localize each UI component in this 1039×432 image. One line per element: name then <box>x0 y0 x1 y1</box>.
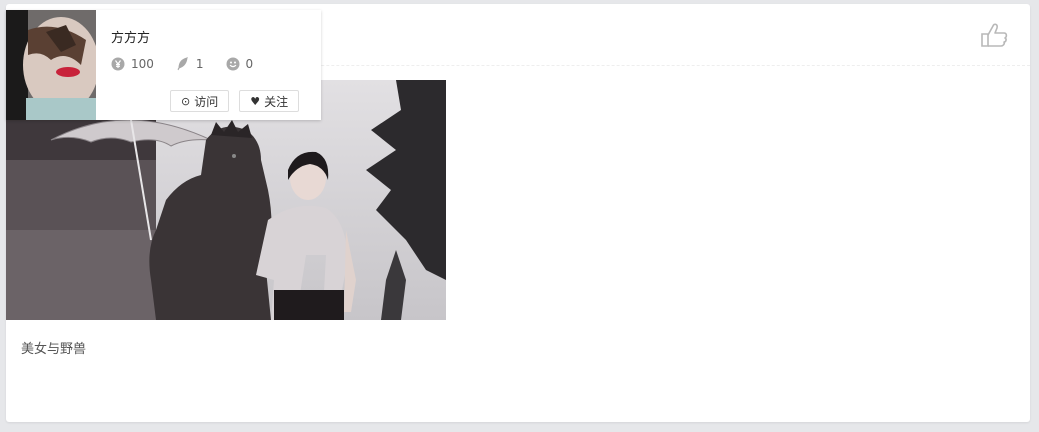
fans-count: 0 <box>245 57 254 71</box>
profile-name[interactable]: 方方方 <box>111 27 150 46</box>
clock-icon: ⊙ <box>181 94 191 108</box>
smile-icon <box>226 57 240 71</box>
follow-label: 关注 <box>264 94 289 109</box>
visit-button[interactable]: ⊙ 访问 <box>170 90 230 112</box>
profile-actions: ⊙ 访问 ♥ 关注 <box>170 90 309 112</box>
profile-stats: 100 1 0 <box>111 57 275 71</box>
fans-stat: 0 <box>226 57 254 71</box>
visit-label: 访问 <box>194 94 219 109</box>
follow-button[interactable]: ♥ 关注 <box>239 90 300 112</box>
feather-icon <box>177 57 188 71</box>
yuan-icon <box>111 57 125 71</box>
post-caption: 美女与野兽 <box>21 342 87 357</box>
coin-count: 100 <box>131 57 154 71</box>
coin-stat: 100 <box>111 57 154 71</box>
profile-popup: 方方方 100 1 0 ⊙ 访问 ♥ 关注 <box>6 10 321 120</box>
avatar[interactable] <box>6 10 96 120</box>
heart-icon: ♥ <box>250 94 261 108</box>
post-stat: 1 <box>176 57 204 71</box>
thumbs-up-icon[interactable] <box>976 18 1010 52</box>
post-count: 1 <box>195 57 204 71</box>
